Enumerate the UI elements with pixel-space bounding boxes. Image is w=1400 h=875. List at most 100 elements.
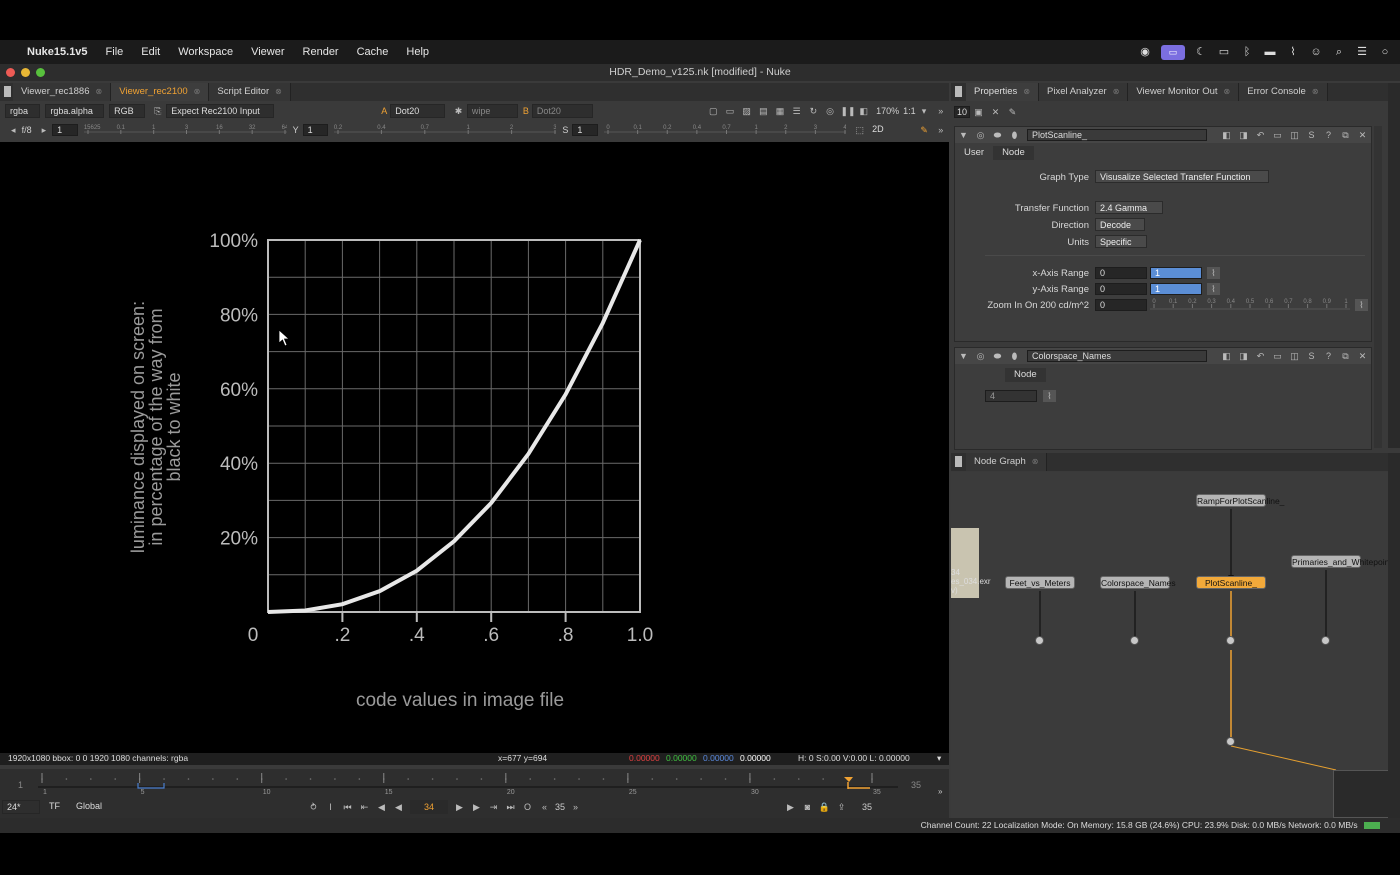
step-forward-icon[interactable]: ▶ xyxy=(470,801,483,813)
node-graph-canvas[interactable]: 34 es_034.exr v) RampForPlotScanline_ Fe… xyxy=(951,472,1400,818)
display-icon[interactable]: ▭ xyxy=(1217,46,1231,58)
close-tab-icon[interactable]: ⊗ xyxy=(194,83,201,101)
tab-pixel-analyzer[interactable]: Pixel Analyzer ⊗ xyxy=(1039,83,1129,101)
colorspace-dropdown[interactable]: RGB xyxy=(109,103,145,118)
snapshot-icon[interactable]: ◧ xyxy=(857,105,870,117)
menu-workspace[interactable]: Workspace xyxy=(169,46,242,58)
revert-icon[interactable]: ↶ xyxy=(1254,350,1267,362)
close-tab-icon[interactable]: ⊗ xyxy=(1113,83,1120,101)
search-icon[interactable]: ⌕ xyxy=(1332,46,1346,58)
node-plotscanline[interactable]: PlotScanline_ xyxy=(1196,576,1266,589)
node-handle-icon[interactable]: ⬮ xyxy=(1008,350,1021,362)
b-input-dropdown[interactable]: Dot20 xyxy=(531,103,593,118)
saturation-slider[interactable]: 0 0.1 0.2 0.4 0.7 1 2 3 4 xyxy=(603,123,846,137)
status-app-icon[interactable]: ◉ xyxy=(1138,46,1152,58)
close-window-icon[interactable] xyxy=(6,68,15,77)
dot-node[interactable] xyxy=(1130,636,1139,645)
direction-dropdown[interactable]: Decode xyxy=(1095,218,1145,231)
graph-type-dropdown[interactable]: Visusalize Selected Transfer Function xyxy=(1095,170,1269,183)
mask-icon[interactable]: ▤ xyxy=(757,105,770,117)
gain-slider[interactable]: 0.015625 0.1 1 3 16 32 64 xyxy=(83,123,287,137)
dot-node[interactable] xyxy=(1035,636,1044,645)
out-point-icon[interactable]: O xyxy=(521,801,534,813)
pane-menu-icon[interactable] xyxy=(955,456,962,467)
screen-share-icon[interactable]: ▭ xyxy=(1161,44,1185,60)
paint-icon[interactable]: ✎ xyxy=(918,124,931,136)
close-tab-icon[interactable]: ⊗ xyxy=(1224,83,1231,101)
side-toolbar[interactable] xyxy=(1388,453,1400,818)
clear-panels-icon[interactable]: ✕ xyxy=(989,106,1002,118)
pane-menu-icon[interactable] xyxy=(4,86,11,97)
animation-curve-icon[interactable]: ⌇ xyxy=(1355,299,1368,311)
collapse-icon[interactable]: ▼ xyxy=(957,350,970,362)
tab-node[interactable]: Node xyxy=(1005,368,1046,382)
help-icon[interactable]: ? xyxy=(1322,129,1335,141)
chevron-right-icon[interactable]: ▸ xyxy=(38,124,51,136)
animation-curve-icon[interactable]: ⌇ xyxy=(1043,390,1056,402)
step-field[interactable]: 35 xyxy=(555,802,565,812)
x-axis-range-min[interactable]: 0 xyxy=(1095,267,1147,279)
gamma-field[interactable]: 1 xyxy=(302,124,329,136)
refresh-icon[interactable]: ↻ xyxy=(807,105,820,117)
cache-icon[interactable]: ◙ xyxy=(801,801,814,813)
chevron-left-icon[interactable]: ◂ xyxy=(7,124,20,136)
user-icon[interactable]: ☺ xyxy=(1309,46,1323,58)
in-point-icon[interactable]: I xyxy=(324,801,337,813)
tab-script-editor[interactable]: Script Editor ⊗ xyxy=(209,83,291,101)
undo-icon[interactable]: ◧ xyxy=(1220,129,1233,141)
prev-keyframe-icon[interactable]: ⇤ xyxy=(358,801,371,813)
timeline-start[interactable]: 1 xyxy=(18,780,23,790)
float-panel-icon[interactable]: ⧉ xyxy=(1339,129,1352,141)
lock-icon[interactable]: ▣ xyxy=(972,106,985,118)
loop-icon[interactable]: ⥁ xyxy=(307,801,320,813)
help-icon[interactable]: ? xyxy=(1322,350,1335,362)
close-tab-icon[interactable]: ⊗ xyxy=(1032,453,1039,471)
control-center-icon[interactable]: ☰ xyxy=(1355,46,1369,58)
scope-dropdown[interactable]: Global xyxy=(72,800,118,814)
collapse-icon[interactable]: ▼ xyxy=(957,129,970,141)
bluetooth-icon[interactable]: ᛒ xyxy=(1240,46,1254,58)
wifi-off-icon[interactable]: ⌇ xyxy=(1286,46,1300,58)
input-process-dropdown[interactable]: Expect Rec2100 Input xyxy=(166,103,274,118)
a-input-dropdown[interactable]: Dot20 xyxy=(390,103,446,118)
gamma-slider[interactable]: 0.2 0.4 0.7 1 2 3 xyxy=(334,123,557,137)
alpha-dropdown[interactable]: rgba.alpha xyxy=(45,103,105,118)
tab-user[interactable]: User xyxy=(955,146,994,160)
region-icon[interactable]: ⬚ xyxy=(854,124,867,136)
aspect-icon[interactable]: ▭ xyxy=(724,105,737,117)
menu-edit[interactable]: Edit xyxy=(132,46,169,58)
x-axis-range-max[interactable]: 1 xyxy=(1150,267,1202,279)
end-frame-field[interactable]: 35 xyxy=(862,802,872,812)
node-feet-vs-meters[interactable]: Feet_vs_Meters xyxy=(1005,576,1075,589)
animation-curve-icon[interactable]: ⌇ xyxy=(1207,283,1220,295)
viewer-canvas[interactable]: 20% 40% 60% 80% 100% 0 .2 .4 .6 .8 1.0 code value… xyxy=(0,142,949,753)
node-color-icon[interactable]: ◎ xyxy=(974,350,987,362)
node-ramp[interactable]: RampForPlotScanline_ xyxy=(1196,494,1284,507)
play-icon[interactable]: ▶ xyxy=(453,801,466,813)
cycle-icon[interactable]: ◫ xyxy=(1288,129,1301,141)
chevron-down-icon[interactable]: ▾ xyxy=(937,753,941,764)
tab-viewer-rec1886[interactable]: Viewer_rec1886 ⊗ xyxy=(13,83,112,101)
close-tab-icon[interactable]: ⊗ xyxy=(275,83,282,101)
skip-forward-icon[interactable]: » xyxy=(569,801,582,813)
view-node-icon[interactable]: ⬬ xyxy=(991,129,1004,141)
zoom-field[interactable]: 0 xyxy=(1095,299,1147,311)
tf-dropdown[interactable]: TF xyxy=(45,800,67,814)
side-toolbar[interactable] xyxy=(1388,83,1400,448)
undo-icon[interactable]: ◧ xyxy=(1220,350,1233,362)
tab-node-graph[interactable]: Node Graph ⊗ xyxy=(966,453,1048,471)
menu-render[interactable]: Render xyxy=(294,46,348,58)
menu-cache[interactable]: Cache xyxy=(348,46,398,58)
revert-icon[interactable]: ↶ xyxy=(1254,129,1267,141)
colorspace-value-field[interactable]: 4 xyxy=(985,390,1037,402)
redo-icon[interactable]: ◨ xyxy=(1237,350,1250,362)
tab-node[interactable]: Node xyxy=(993,146,1034,160)
wipe-dropdown[interactable]: wipe xyxy=(466,103,518,118)
menu-help[interactable]: Help xyxy=(397,46,438,58)
wipe-mode-icon[interactable]: ✱ xyxy=(452,105,465,117)
step-back-icon[interactable]: ◀ xyxy=(375,801,388,813)
roi-icon[interactable]: ▢ xyxy=(707,105,720,117)
view-mode-dropdown[interactable]: 2D xyxy=(868,123,911,137)
node-color-icon[interactable]: ◎ xyxy=(974,129,987,141)
animation-curve-icon[interactable]: ⌇ xyxy=(1207,267,1220,279)
